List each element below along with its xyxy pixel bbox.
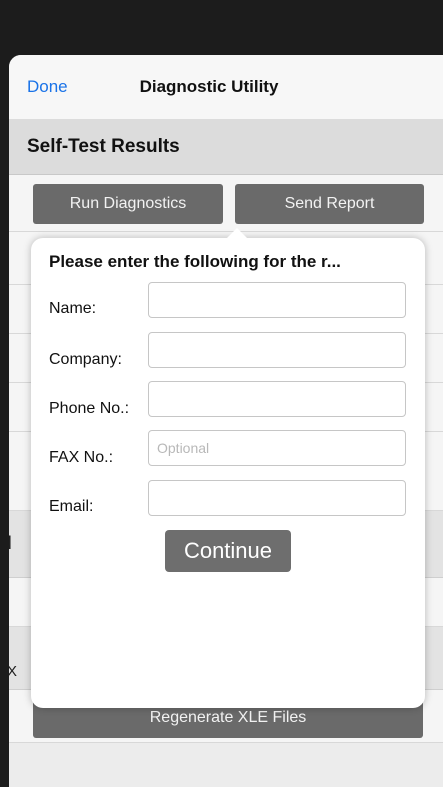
company-label: Company: <box>49 351 122 368</box>
popover-arrow <box>227 228 247 238</box>
background-section-label: I <box>9 533 13 554</box>
company-field[interactable] <box>148 332 406 368</box>
name-field[interactable] <box>148 282 406 318</box>
continue-button[interactable]: Continue <box>165 530 291 572</box>
popover-title: Please enter the following for the r... <box>49 252 341 271</box>
send-report-button[interactable]: Send Report <box>235 184 424 224</box>
phone-label: Phone No.: <box>49 400 130 417</box>
report-popover: Please enter the following for the r... … <box>31 228 425 708</box>
run-diagnostics-button[interactable]: Run Diagnostics <box>33 184 223 224</box>
nav-bar: Done Diagnostic Utility <box>9 55 443 120</box>
fax-field[interactable] <box>148 430 406 466</box>
action-row: Run Diagnostics Send Report <box>9 175 443 232</box>
section-header: Self-Test Results <box>9 119 443 175</box>
email-field[interactable] <box>148 480 406 516</box>
name-label: Name: <box>49 300 97 317</box>
section-title: Self-Test Results <box>27 136 180 157</box>
email-label: Email: <box>49 498 94 515</box>
fax-label: FAX No.: <box>49 449 114 466</box>
background-section-label: X <box>9 663 18 680</box>
phone-field[interactable] <box>148 381 406 417</box>
page-title: Diagnostic Utility <box>139 77 279 96</box>
